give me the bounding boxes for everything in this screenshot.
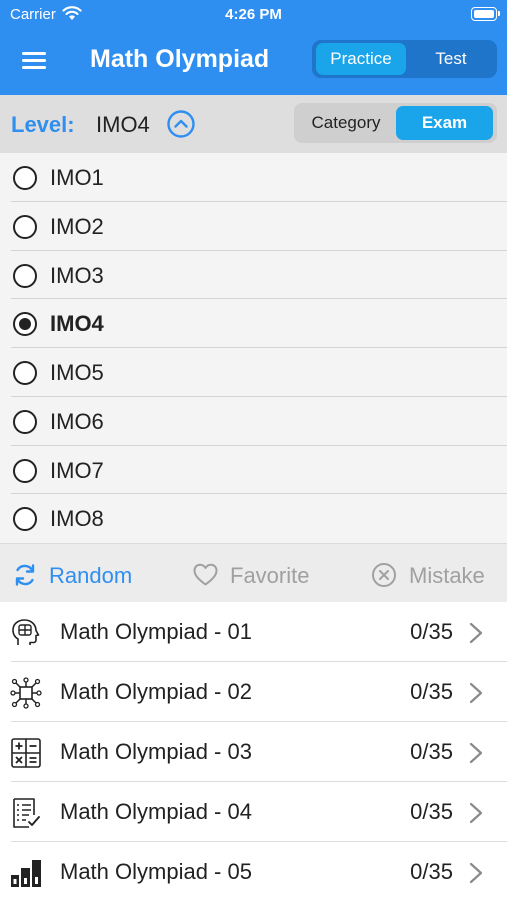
practice-tab[interactable]: Practice <box>316 43 406 75</box>
app-title: Math Olympiad <box>90 45 270 73</box>
exam-list: Math Olympiad - 01 0/35 Math Olympiad - … <box>0 602 507 900</box>
level-option-label: IMO3 <box>50 262 104 288</box>
exam-score: 0/35 <box>410 619 453 644</box>
level-option[interactable]: IMO3 <box>0 251 507 300</box>
status-time: 4:26 PM <box>225 6 282 23</box>
level-label: Level: <box>11 112 75 137</box>
test-tab[interactable]: Test <box>409 43 493 75</box>
level-option-label: IMO7 <box>50 457 104 483</box>
close-circle-icon <box>372 563 396 587</box>
nav-header: Carrier 4:26 PM Math Olympiad Practice T… <box>0 0 507 95</box>
exam-title: Math Olympiad - 01 <box>60 619 252 644</box>
mode-segmented-control: Practice Test <box>312 40 497 78</box>
level-option[interactable]: IMO6 <box>0 397 507 446</box>
filter-bar: Random Favorite Mistake <box>0 543 507 602</box>
level-option[interactable]: IMO8 <box>0 494 507 543</box>
status-bar: Carrier 4:26 PM <box>0 0 507 30</box>
view-segmented-control: Category Exam <box>294 103 497 143</box>
radio-button-selected[interactable] <box>13 312 37 337</box>
chevron-right-icon <box>469 802 483 824</box>
exam-score: 0/35 <box>410 739 453 764</box>
refresh-icon <box>15 564 35 586</box>
exam-title: Math Olympiad - 05 <box>60 859 252 884</box>
favorite-label: Favorite <box>230 563 310 588</box>
exam-row[interactable]: Math Olympiad - 01 0/35 <box>0 602 507 662</box>
level-option-selected[interactable]: IMO4 <box>0 299 507 348</box>
level-option-label: IMO5 <box>50 360 104 385</box>
favorite-button[interactable]: Favorite <box>192 544 332 603</box>
radio-button[interactable] <box>13 166 37 190</box>
level-option[interactable]: IMO5 <box>0 348 507 397</box>
exam-title: Math Olympiad - 04 <box>60 799 252 824</box>
exam-row[interactable]: Math Olympiad - 03 0/35 <box>0 722 507 782</box>
radio-button[interactable] <box>13 361 37 385</box>
exam-tab[interactable]: Exam <box>396 106 493 140</box>
brain-icon <box>12 619 40 645</box>
radio-button[interactable] <box>13 214 37 239</box>
chevron-right-icon <box>469 622 483 644</box>
radio-button[interactable] <box>13 458 37 483</box>
chevron-up-circle-icon[interactable] <box>166 109 196 139</box>
chevron-right-icon <box>469 862 483 884</box>
level-value: IMO4 <box>96 112 150 137</box>
chevron-right-icon <box>469 742 483 764</box>
ranking-icon <box>11 860 41 887</box>
battery-icon <box>471 7 500 21</box>
mistake-button[interactable]: Mistake <box>371 544 501 603</box>
level-option-label: IMO4 <box>50 311 104 337</box>
radio-button[interactable] <box>13 507 37 532</box>
network-icon <box>10 677 42 709</box>
level-option-label: IMO2 <box>50 213 104 239</box>
level-option[interactable]: IMO1 <box>0 153 507 202</box>
heart-icon <box>193 563 218 586</box>
level-list: IMO1 IMO2 IMO3 IMO4 IMO5 IMO6 IMO7 IMO8 <box>0 153 507 543</box>
exam-row[interactable]: Math Olympiad - 04 0/35 <box>0 782 507 842</box>
exam-row[interactable]: Math Olympiad - 02 0/35 <box>0 662 507 722</box>
mistake-label: Mistake <box>409 563 485 588</box>
level-option-label: IMO1 <box>50 165 104 190</box>
level-option[interactable]: IMO2 <box>0 202 507 251</box>
exam-row[interactable]: Math Olympiad - 05 0/35 <box>0 842 507 900</box>
level-option-label: IMO6 <box>50 408 104 434</box>
random-button[interactable]: Random <box>12 544 152 603</box>
radio-button[interactable] <box>13 263 37 288</box>
exam-score: 0/35 <box>410 679 453 704</box>
level-option[interactable]: IMO7 <box>0 446 507 495</box>
radio-button[interactable] <box>13 409 37 434</box>
exam-title: Math Olympiad - 03 <box>60 739 252 764</box>
category-tab[interactable]: Category <box>298 106 394 140</box>
exam-score: 0/35 <box>410 859 453 884</box>
checklist-icon <box>13 798 40 828</box>
exam-title: Math Olympiad - 02 <box>60 679 252 704</box>
random-label: Random <box>49 563 133 588</box>
exam-score: 0/35 <box>410 799 453 824</box>
level-option-label: IMO8 <box>50 506 104 532</box>
calculator-icon <box>11 738 41 768</box>
menu-button[interactable] <box>22 50 48 70</box>
chevron-right-icon <box>469 682 483 704</box>
